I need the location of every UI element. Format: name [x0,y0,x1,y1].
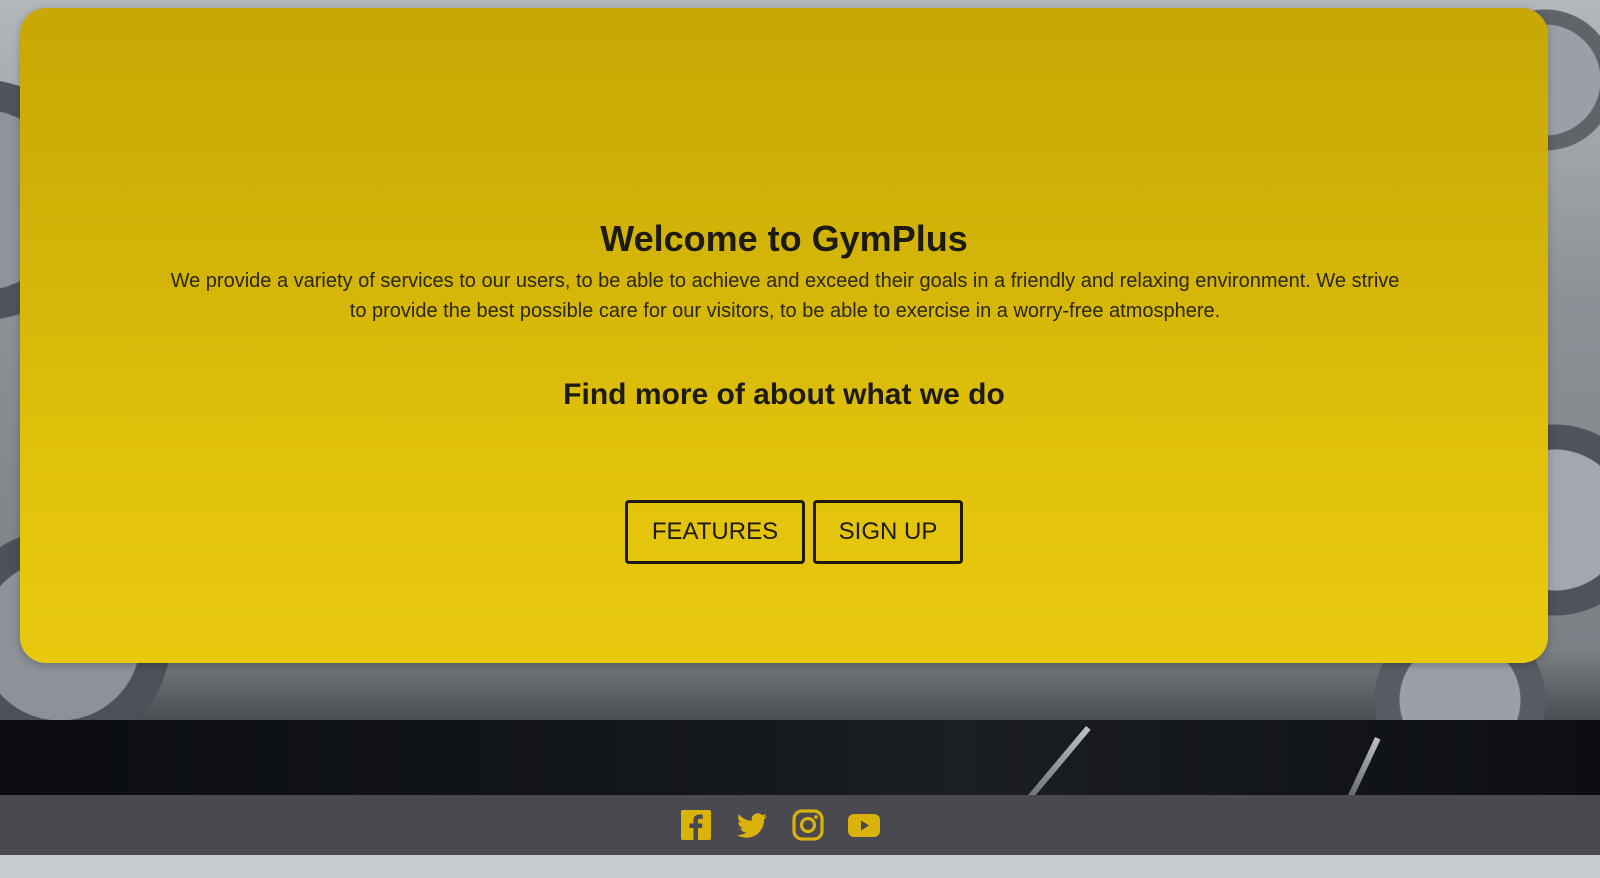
hero-title: Welcome to GymPlus [600,218,968,259]
hero-panel: Welcome to GymPlus We provide a variety … [20,8,1548,663]
signup-button[interactable]: SIGN UP [813,500,963,564]
facebook-link[interactable] [679,808,713,842]
footer [0,795,1600,855]
hero-subtitle: Find more of about what we do [563,378,1005,411]
instagram-link[interactable] [791,808,825,842]
twitter-link[interactable] [735,808,769,842]
hero-description: We provide a variety of services to our … [170,270,1400,322]
facebook-icon [681,810,711,840]
page-bottom-edge [0,855,1600,878]
youtube-link[interactable] [847,808,881,842]
twitter-icon [737,813,768,838]
hero-button-row: FEATURES SIGN UP [20,500,1548,564]
instagram-icon [792,809,824,841]
youtube-icon [848,814,880,837]
social-links [0,795,1600,855]
features-button[interactable]: FEATURES [625,500,805,564]
